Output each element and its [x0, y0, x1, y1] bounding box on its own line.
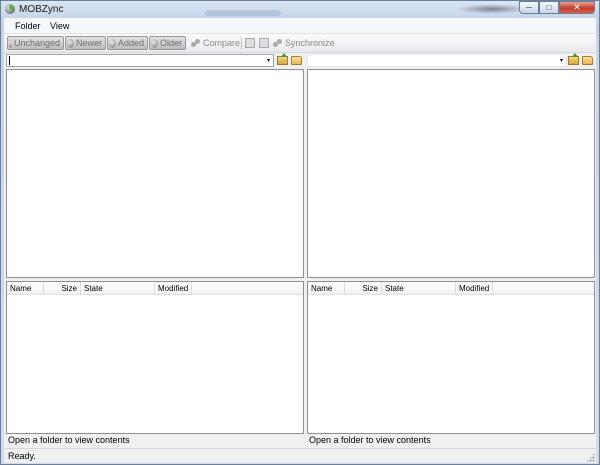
- chevron-down-icon[interactable]: ▾: [557, 55, 566, 66]
- column-name-header[interactable]: Name: [308, 282, 345, 295]
- folder-open-icon: [582, 56, 593, 65]
- left-open-folder-button[interactable]: [291, 54, 303, 66]
- left-pane-status: Open a folder to view contents: [8, 434, 304, 447]
- left-folder-tree[interactable]: [6, 69, 304, 278]
- column-state-header[interactable]: State: [382, 282, 456, 295]
- column-size-header[interactable]: Size: [44, 282, 81, 295]
- left-list-header: Name Size State Modified: [7, 282, 303, 295]
- client-area: Folder View Unchanged Newer Added Older: [4, 18, 596, 463]
- title-bar[interactable]: MOBZync ─ □ ✕: [1, 1, 599, 18]
- right-open-folder-button[interactable]: [582, 54, 594, 66]
- status-dot-icon: [109, 38, 116, 48]
- right-folder-tree[interactable]: [307, 69, 595, 278]
- resize-grip-icon[interactable]: [586, 453, 595, 462]
- synchronize-label: Synchronize: [285, 38, 335, 48]
- maximize-button[interactable]: □: [539, 1, 559, 14]
- title-bar-reflection: [205, 10, 281, 16]
- column-state-header[interactable]: State: [81, 282, 155, 295]
- folder-up-icon: [568, 53, 579, 65]
- app-window: MOBZync ─ □ ✕ Folder View Unchanged Newe…: [0, 0, 600, 465]
- filter-newer-toggle[interactable]: Newer: [65, 36, 106, 50]
- status-text: Ready.: [8, 451, 36, 461]
- menu-bar: Folder View: [4, 18, 596, 34]
- filter-label: Older: [159, 38, 182, 48]
- close-button[interactable]: ✕: [559, 1, 595, 14]
- right-file-list[interactable]: Name Size State Modified: [307, 281, 595, 434]
- filter-older-toggle[interactable]: Older: [149, 36, 186, 50]
- window-title: MOBZync: [19, 4, 64, 15]
- copy-left-icon: [245, 38, 255, 48]
- title-bar-shadow: [456, 4, 528, 14]
- compare-button[interactable]: Compare: [191, 37, 240, 49]
- app-logo-icon: [5, 4, 15, 14]
- folder-up-icon: [277, 53, 288, 65]
- toolbar: Unchanged Newer Added Older Compare Sync…: [4, 34, 596, 53]
- synchronize-icon: [273, 38, 283, 48]
- compare-label: Compare: [203, 38, 241, 48]
- right-pane-status: Open a folder to view contents: [309, 434, 595, 447]
- status-bar: Ready.: [4, 448, 596, 463]
- folder-open-icon: [291, 56, 302, 65]
- left-path-combobox[interactable]: ▾: [6, 54, 274, 67]
- text-caret: [9, 56, 10, 65]
- filter-added-toggle[interactable]: Added: [107, 36, 148, 50]
- synchronize-button[interactable]: Synchronize: [273, 37, 335, 49]
- right-parent-folder-button[interactable]: [568, 53, 580, 66]
- status-dot-icon: [151, 38, 158, 48]
- column-modified-header[interactable]: Modified: [155, 282, 192, 295]
- copy-left-button[interactable]: [245, 37, 255, 49]
- left-parent-folder-button[interactable]: [277, 53, 289, 66]
- status-dot-icon: [9, 38, 12, 48]
- minimize-button[interactable]: ─: [519, 1, 539, 14]
- right-path-combobox[interactable]: ▾: [307, 54, 567, 67]
- filter-label: Unchanged: [13, 38, 60, 48]
- chevron-down-icon[interactable]: ▾: [264, 55, 273, 66]
- toolbar-separator: [241, 37, 242, 49]
- column-size-header[interactable]: Size: [345, 282, 382, 295]
- status-dot-icon: [67, 38, 74, 48]
- copy-right-button[interactable]: [259, 37, 269, 49]
- filter-label: Newer: [75, 38, 102, 48]
- copy-right-icon: [259, 38, 269, 48]
- left-file-list[interactable]: Name Size State Modified: [6, 281, 304, 434]
- menu-folder[interactable]: Folder: [15, 21, 41, 31]
- compare-icon: [191, 38, 201, 48]
- menu-view[interactable]: View: [50, 21, 69, 31]
- filter-unchanged-toggle[interactable]: Unchanged: [7, 36, 64, 50]
- window-controls: ─ □ ✕: [519, 1, 595, 15]
- column-name-header[interactable]: Name: [7, 282, 44, 295]
- right-list-header: Name Size State Modified: [308, 282, 594, 295]
- column-modified-header[interactable]: Modified: [456, 282, 493, 295]
- filter-label: Added: [117, 38, 144, 48]
